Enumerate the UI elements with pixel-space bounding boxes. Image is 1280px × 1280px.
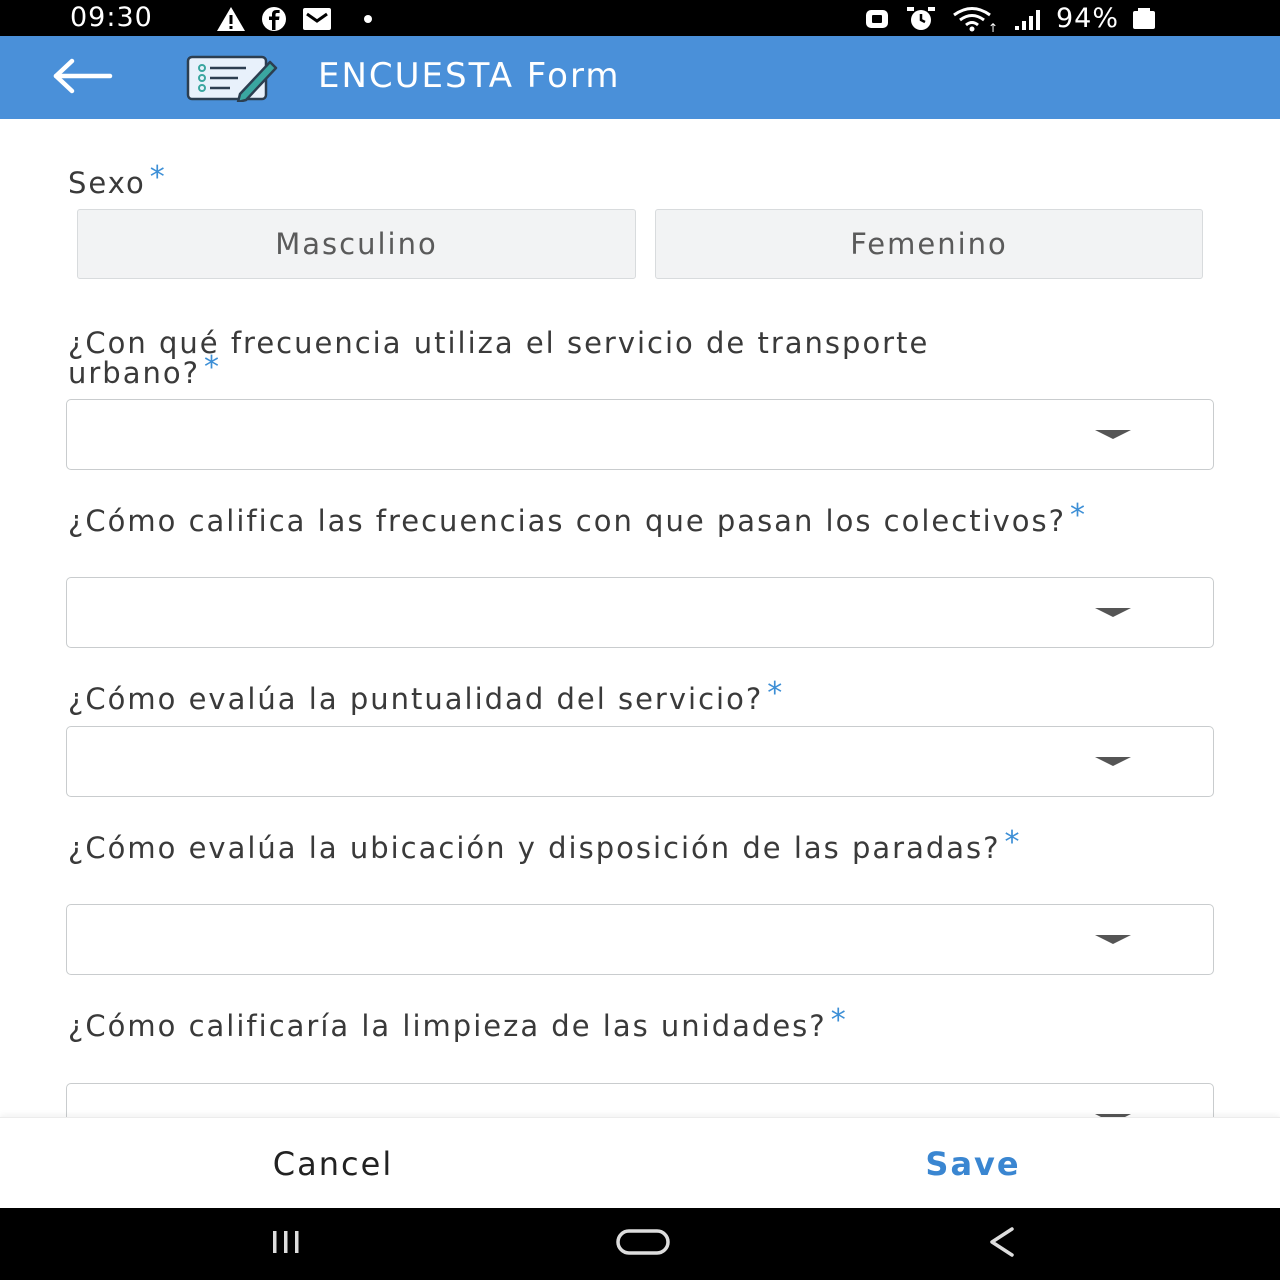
required-asterisk: * (1004, 825, 1022, 860)
arrow-left-icon (50, 58, 114, 98)
question-label: ¿Cómo evalúa la ubicación y disposición … (68, 828, 1068, 865)
home-button[interactable] (603, 1220, 683, 1268)
question-label: ¿Cómo evalúa la puntualidad del servicio… (68, 679, 1168, 716)
system-icons: ↑↓ 94% (862, 3, 1157, 34)
battery-saver-icon (862, 6, 892, 32)
facebook-icon (260, 6, 288, 32)
svg-text:↑↓: ↑↓ (988, 21, 1000, 32)
required-asterisk: * (1070, 498, 1088, 533)
question-label: ¿Con qué frecuencia utiliza el servicio … (68, 328, 1008, 389)
home-icon (614, 1227, 672, 1261)
required-asterisk: * (830, 1003, 848, 1038)
dropdown-arrow-icon (1095, 430, 1131, 439)
warning-icon (216, 6, 246, 32)
frecuencia-uso-select[interactable] (66, 399, 1214, 470)
dropdown-arrow-icon (1095, 608, 1131, 617)
app-title: ENCUESTA Form (318, 56, 621, 96)
label-text: Sexo (68, 166, 146, 200)
limpieza-select[interactable] (66, 1083, 1214, 1117)
status-bar: 09:30 ↑↓ 94% (0, 0, 1280, 36)
app-bar: ENCUESTA Form (0, 36, 1280, 119)
dropdown-arrow-icon (1095, 757, 1131, 766)
frecuencia-colectivos-select[interactable] (66, 577, 1214, 648)
required-asterisk: * (204, 350, 221, 385)
status-time: 09:30 (70, 2, 153, 33)
label-text: ¿Cómo evalúa la ubicación y disposición … (68, 831, 1001, 865)
label-text: ¿Cómo califica las frecuencias con que p… (68, 504, 1067, 538)
required-asterisk: * (149, 160, 167, 195)
question-label: ¿Cómo calificaría la limpieza de las uni… (68, 1006, 1108, 1043)
save-button[interactable]: Save (880, 1118, 1066, 1209)
sexo-label: Sexo * (68, 163, 167, 200)
paradas-select[interactable] (66, 904, 1214, 975)
system-back-button[interactable] (962, 1220, 1042, 1268)
label-text: ¿Con qué frecuencia utiliza el servicio … (68, 326, 930, 390)
cancel-button[interactable]: Cancel (200, 1118, 466, 1209)
navigation-bar (0, 1208, 1280, 1280)
dropdown-arrow-icon (1095, 935, 1131, 944)
survey-form: Sexo * Masculino Femenino ¿Con qué frecue… (0, 119, 1280, 1117)
notification-icons (216, 6, 376, 32)
sexo-option-masculino[interactable]: Masculino (77, 209, 636, 279)
required-asterisk: * (767, 676, 785, 711)
puntualidad-select[interactable] (66, 726, 1214, 797)
battery-percent: 94% (1056, 3, 1120, 34)
back-button[interactable] (44, 50, 120, 106)
sexo-option-femenino[interactable]: Femenino (655, 209, 1203, 279)
signal-icon (1012, 6, 1044, 32)
action-bar: Cancel Save (0, 1117, 1280, 1208)
mail-icon (302, 6, 332, 32)
wifi-icon: ↑↓ (950, 6, 1000, 32)
alarm-icon (904, 6, 938, 32)
back-icon (982, 1226, 1022, 1262)
dot-icon (346, 6, 376, 32)
question-label: ¿Cómo califica las frecuencias con que p… (68, 501, 1108, 538)
battery-icon (1131, 6, 1157, 32)
label-text: ¿Cómo evalúa la puntualidad del servicio… (68, 682, 764, 716)
recent-apps-icon (260, 1228, 312, 1260)
survey-form-icon (186, 54, 278, 104)
label-text: ¿Cómo calificaría la limpieza de las uni… (68, 1009, 827, 1043)
recent-apps-button[interactable] (246, 1220, 326, 1268)
